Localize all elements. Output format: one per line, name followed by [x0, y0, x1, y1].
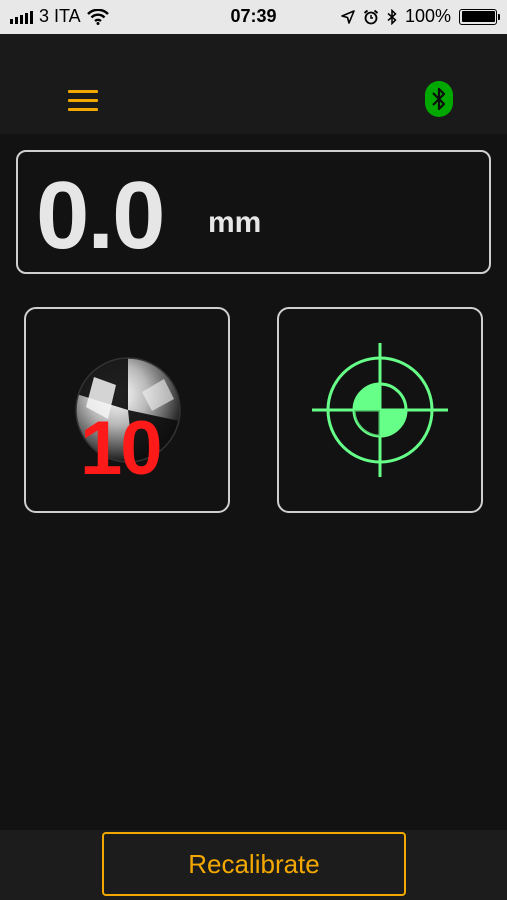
location-icon: [341, 9, 355, 24]
ball-count-label: 10: [80, 406, 163, 491]
bluetooth-connected-icon[interactable]: [424, 80, 454, 118]
measurement-panel: 0.0 mm: [16, 150, 491, 274]
battery-icon: [459, 8, 500, 25]
ball-tool-button[interactable]: 10: [24, 307, 230, 513]
measurement-unit: mm: [208, 206, 262, 239]
nav-bar: [0, 34, 507, 134]
bluetooth-icon: [387, 8, 397, 25]
target-tool-button[interactable]: [277, 307, 483, 513]
hamburger-menu-icon[interactable]: [66, 88, 102, 114]
status-right: 100%: [341, 6, 500, 27]
status-bar: 3 ITA 07:39 100%: [0, 0, 507, 34]
battery-percent: 100%: [404, 6, 451, 26]
measurement-value: 0.0: [36, 162, 165, 269]
bottom-bar: Recalibrate: [0, 830, 507, 900]
crosshair-target-icon: [312, 343, 448, 477]
alarm-icon: [363, 9, 379, 24]
recalibrate-button[interactable]: Recalibrate: [102, 832, 406, 896]
